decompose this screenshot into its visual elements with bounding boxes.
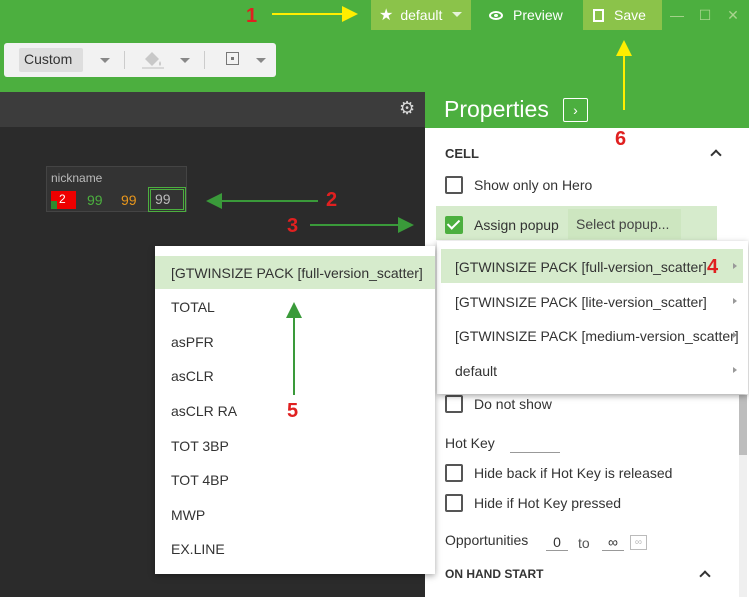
annotation-5: 5: [287, 400, 299, 422]
popup-menu-item[interactable]: [GTWINSIZE PACK [lite-version_scatter]: [441, 284, 743, 318]
infinity-toggle-icon[interactable]: ∞: [630, 535, 647, 550]
save-button[interactable]: Save: [583, 0, 662, 30]
opportunities-to-label: to: [578, 535, 590, 551]
annotation-3: 3: [287, 215, 299, 237]
stat-menu-item[interactable]: TOT 3BP: [155, 429, 435, 462]
save-label: Save: [614, 7, 646, 23]
preview-button[interactable]: Preview: [489, 0, 563, 30]
close-button[interactable]: ✕: [722, 0, 744, 30]
stat-menu-item[interactable]: MWP: [155, 498, 435, 531]
assign-popup-checkbox[interactable]: [445, 216, 463, 234]
popup-select-menu: [GTWINSIZE PACK [full-version_scatter] […: [437, 241, 748, 394]
seat-badge: 2: [51, 191, 76, 209]
show-only-hero-checkbox[interactable]: [445, 176, 463, 194]
stat-menu-item[interactable]: [GTWINSIZE PACK [full-version_scatter]: [155, 256, 435, 289]
format-toolbar: Custom: [4, 43, 276, 77]
opportunities-to-input[interactable]: ∞: [602, 534, 624, 551]
hud-stat-1[interactable]: 99: [87, 192, 103, 208]
gear-icon[interactable]: ⚙: [399, 98, 415, 119]
stat-menu-item[interactable]: asCLR: [155, 359, 435, 392]
mode-chevron-down-icon[interactable]: [100, 58, 110, 63]
chevron-down-icon: [452, 12, 462, 17]
stat-menu-item[interactable]: TOTAL: [155, 290, 435, 323]
hot-key-label: Hot Key: [445, 435, 495, 451]
stat-menu-item[interactable]: EX.LINE: [155, 532, 435, 565]
opportunities-from-input[interactable]: 0: [546, 534, 568, 551]
hide-back-checkbox[interactable]: [445, 464, 463, 482]
mode-select[interactable]: Custom: [19, 48, 83, 72]
submenu-arrow-icon: [733, 332, 737, 338]
preview-label: Preview: [513, 7, 563, 23]
seat-number: 2: [59, 192, 66, 206]
hide-if-pressed-checkbox[interactable]: [445, 494, 463, 512]
select-popup-dropdown[interactable]: Select popup...: [568, 209, 681, 239]
hide-back-label: Hide back if Hot Key is released: [474, 465, 673, 481]
border-chevron-down-icon[interactable]: [256, 58, 266, 63]
star-icon: ★: [379, 7, 394, 24]
hot-key-input[interactable]: [510, 452, 560, 453]
submenu-arrow-icon: [733, 298, 737, 304]
do-not-show-label: Do not show: [474, 396, 552, 412]
canvas-header: [0, 92, 425, 127]
show-only-hero-label: Show only on Hero: [474, 177, 593, 193]
profile-dropdown[interactable]: ★ default: [371, 0, 471, 30]
submenu-arrow-icon: [733, 263, 737, 269]
hud-nickname: nickname: [51, 171, 103, 185]
profile-label: default: [400, 7, 443, 23]
stat-menu-item[interactable]: asPFR: [155, 325, 435, 358]
properties-title: Properties: [444, 96, 549, 122]
popup-menu-item[interactable]: default: [441, 353, 743, 387]
opportunities-label: Opportunities: [445, 532, 529, 548]
minimize-button[interactable]: —: [666, 0, 688, 30]
hud-stat-3-selected[interactable]: 99: [148, 187, 186, 212]
hud-stat-2[interactable]: 99: [121, 192, 137, 208]
assign-popup-label: Assign popup: [474, 217, 559, 233]
fill-chevron-down-icon[interactable]: [180, 58, 190, 63]
annotation-2: 2: [326, 189, 338, 211]
do-not-show-checkbox[interactable]: [445, 395, 463, 413]
eye-icon: [489, 10, 503, 20]
document-icon: [593, 8, 604, 22]
hud-preview[interactable]: nickname 2 99 99 99: [46, 166, 187, 212]
stat-menu-item[interactable]: TOT 4BP: [155, 463, 435, 496]
hide-if-pressed-label: Hide if Hot Key pressed: [474, 495, 622, 511]
submenu-arrow-icon: [733, 367, 737, 373]
collapse-panel-button[interactable]: ›: [563, 98, 588, 122]
scrollbar-thumb[interactable]: [739, 395, 747, 455]
section-cell-title: CELL: [445, 146, 479, 161]
border-icon[interactable]: [226, 52, 239, 65]
divider: [124, 51, 125, 69]
divider: [204, 51, 205, 69]
fill-color-icon[interactable]: [142, 51, 164, 69]
popup-menu-item[interactable]: [GTWINSIZE PACK [full-version_scatter]: [441, 249, 743, 283]
maximize-button[interactable]: ☐: [694, 0, 716, 30]
annotation-1: 1: [246, 5, 258, 27]
popup-menu-item[interactable]: [GTWINSIZE PACK [medium-version_scatter]: [441, 318, 743, 352]
section-on-hand-start-title: ON HAND START: [445, 567, 544, 581]
annotation-4: 4: [707, 256, 719, 278]
annotation-6: 6: [615, 128, 627, 150]
